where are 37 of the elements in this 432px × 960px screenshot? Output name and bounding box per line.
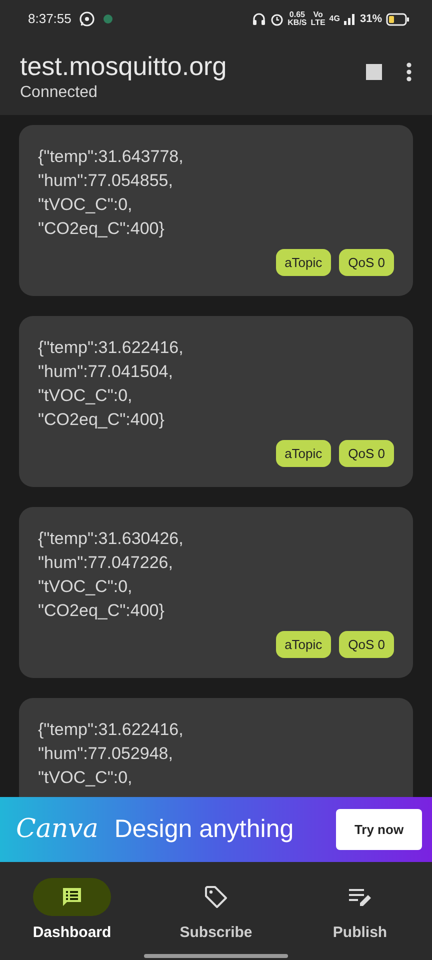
topic-chip[interactable]: aTopic bbox=[276, 440, 332, 467]
nav-tab[interactable]: Subscribe bbox=[144, 878, 288, 960]
ad-headline: Design anything bbox=[114, 814, 294, 845]
nav-tab[interactable]: Dashboard bbox=[0, 878, 144, 960]
qos-chip[interactable]: QoS 0 bbox=[339, 631, 394, 658]
volte-label: Vo bbox=[313, 11, 323, 19]
headphones-icon bbox=[252, 12, 266, 26]
message-list-icon bbox=[60, 885, 84, 909]
tag-icon bbox=[203, 884, 229, 910]
qos-chip[interactable]: QoS 0 bbox=[339, 249, 394, 276]
try-now-button[interactable]: Try now bbox=[336, 809, 422, 850]
chat-icon bbox=[79, 11, 96, 27]
app-title: test.mosquitto.org bbox=[20, 52, 227, 81]
more-icon[interactable] bbox=[406, 62, 412, 82]
status-time: 8:37:55 bbox=[28, 10, 72, 28]
app-dot-icon bbox=[103, 14, 114, 24]
speed-value: 0.65 bbox=[289, 11, 305, 19]
message-payload: {"temp":31.622416, "hum":77.052948, "tVOC_C":0, bbox=[38, 719, 184, 789]
ad-banner[interactable]: Canva Design anything Try now bbox=[0, 797, 432, 862]
speed-unit: KB/S bbox=[288, 19, 307, 27]
stop-icon[interactable] bbox=[366, 64, 382, 80]
battery-icon bbox=[386, 12, 410, 26]
qos-chip[interactable]: QoS 0 bbox=[339, 440, 394, 467]
signal-icon bbox=[344, 13, 356, 25]
ad-brand: Canva bbox=[16, 813, 98, 846]
message-payload: {"temp":31.643778, "hum":77.054855, "tVOC_C":0, "CO2eq_C":400} bbox=[38, 146, 184, 240]
network-type: 4G bbox=[329, 15, 340, 23]
message-payload: {"temp":31.630426, "hum":77.047226, "tVOC_C":0, "CO2eq_C":400} bbox=[38, 528, 184, 622]
message-payload: {"temp":31.622416, "hum":77.041504, "tVOC_C":0, "CO2eq_C":400} bbox=[38, 337, 184, 431]
battery-percent: 31% bbox=[360, 12, 382, 27]
volte-label: LTE bbox=[310, 19, 326, 27]
topic-chip[interactable]: aTopic bbox=[276, 249, 332, 276]
alarm-icon bbox=[270, 12, 284, 26]
nav-tab[interactable]: Publish bbox=[288, 878, 432, 960]
connection-status: Connected bbox=[20, 82, 98, 103]
home-indicator[interactable] bbox=[144, 954, 288, 958]
topic-chip[interactable]: aTopic bbox=[276, 631, 332, 658]
